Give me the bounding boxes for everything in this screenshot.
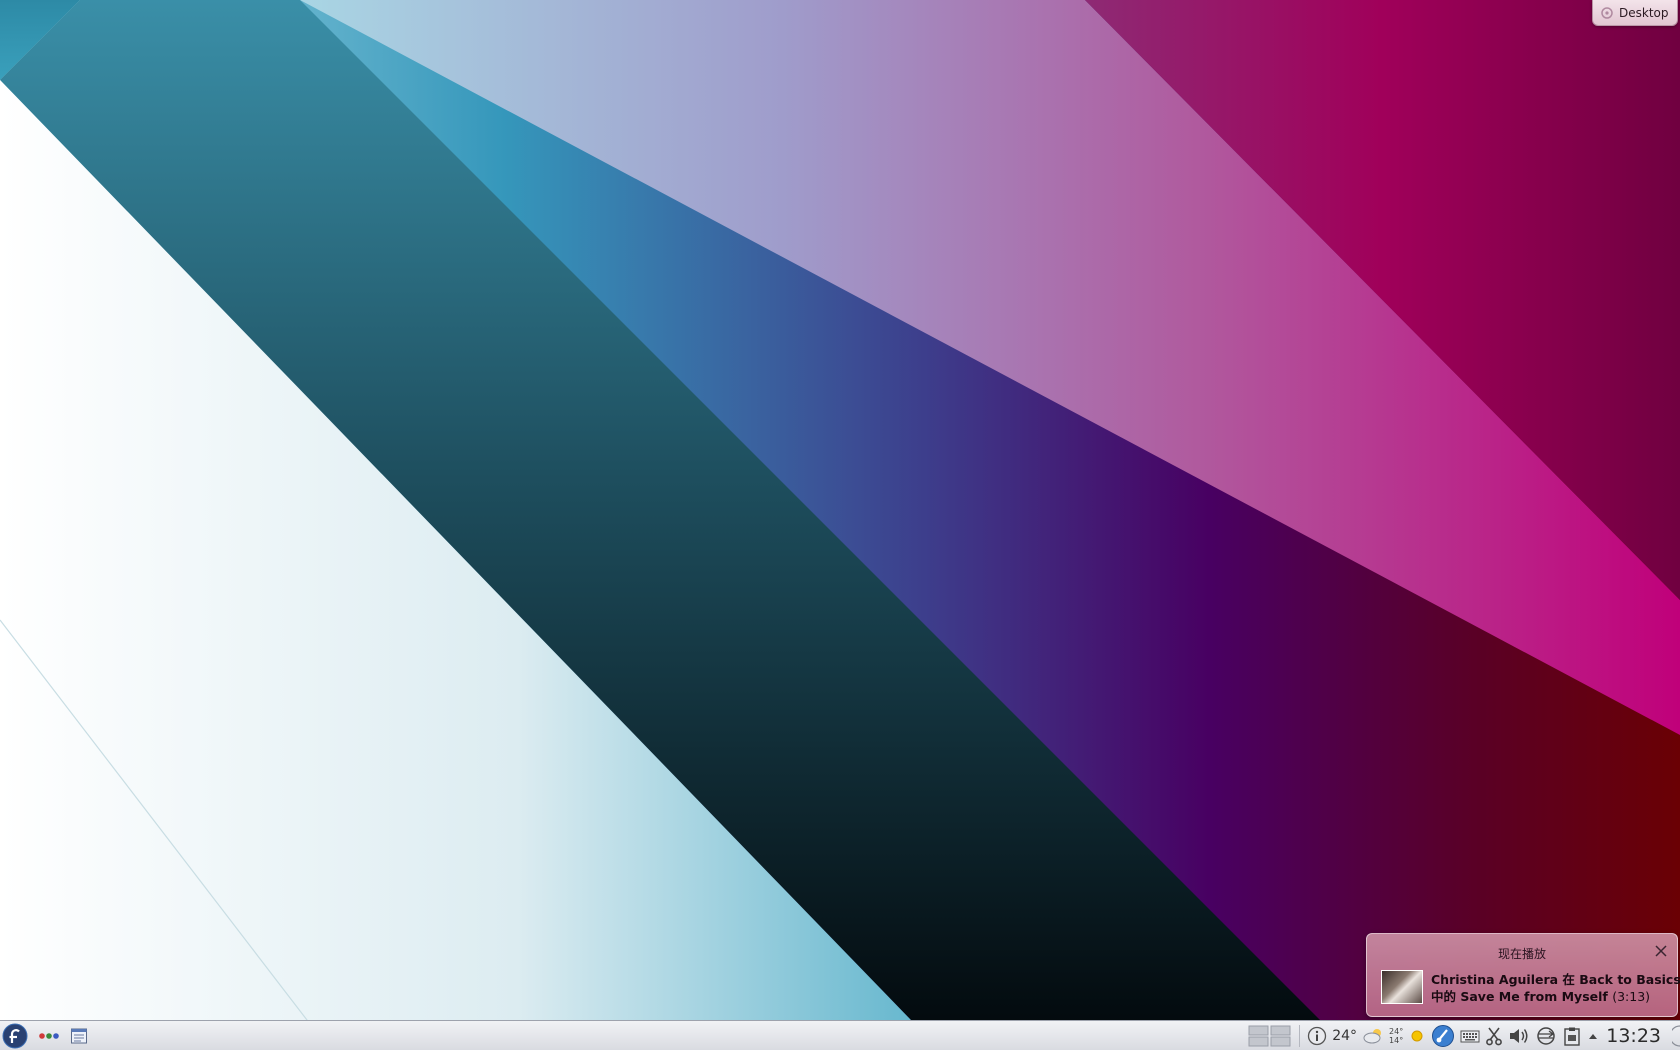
keyboard-icon[interactable] (1460, 1027, 1480, 1045)
fedora-icon[interactable] (2, 1023, 28, 1049)
weather-low: 14° (1389, 1035, 1404, 1045)
toolbox-label: Desktop (1619, 5, 1669, 20)
sun-icon[interactable] (1408, 1027, 1426, 1045)
cashew-icon (1601, 6, 1613, 19)
panel-left (0, 1021, 88, 1050)
panel-toolbox-icon[interactable] (1672, 1024, 1680, 1048)
track-duration: (3:13) (1612, 989, 1651, 1004)
system-tray: 24° 24° 14° 13:23 (1248, 1021, 1680, 1050)
info-icon[interactable] (1307, 1026, 1327, 1046)
scissors-icon[interactable] (1485, 1026, 1503, 1046)
close-icon[interactable] (1653, 943, 1669, 959)
weather-high-low: 24° 14° (1389, 1027, 1403, 1045)
now-playing-notification[interactable]: 现在播放 Christina Aguilera 在 Back to Basics… (1366, 933, 1680, 1017)
separator (1299, 1024, 1301, 1047)
taskbar-panel: 24° 24° 14° 13:23 (0, 1020, 1680, 1050)
notification-title: 现在播放 (1497, 947, 1546, 961)
pager-icon[interactable] (1248, 1024, 1292, 1048)
media-player-icon[interactable] (1431, 1024, 1455, 1048)
chevron-up-icon[interactable] (1587, 1030, 1599, 1042)
wallpaper (0, 0, 1680, 1050)
network-icon[interactable] (1535, 1026, 1557, 1046)
desktop[interactable]: Desktop 现在播放 Christina Aguilera 在 Back t… (0, 0, 1680, 1050)
window-list-icon[interactable] (70, 1027, 88, 1045)
track-line-2: 中的 Save Me from Myself (3:13) (1431, 988, 1675, 1005)
weather-high: 24° (1389, 1026, 1404, 1036)
weather-temperature[interactable]: 24° (1332, 1028, 1357, 1044)
desktop-toolbox[interactable]: Desktop (1592, 0, 1678, 26)
notification-body: Christina Aguilera 在 Back to Basics 中的 S… (1431, 971, 1680, 1005)
track-line-1: Christina Aguilera 在 Back to Basics (1431, 972, 1680, 987)
clipboard-icon[interactable] (1562, 1026, 1582, 1046)
digital-clock[interactable]: 13:23 (1604, 1025, 1667, 1047)
volume-icon[interactable] (1508, 1026, 1530, 1046)
album-art (1381, 970, 1423, 1004)
track-title: 中的 Save Me from Myself (1431, 989, 1608, 1004)
cloud-icon[interactable] (1362, 1027, 1384, 1045)
dots-icon[interactable] (38, 1031, 60, 1041)
